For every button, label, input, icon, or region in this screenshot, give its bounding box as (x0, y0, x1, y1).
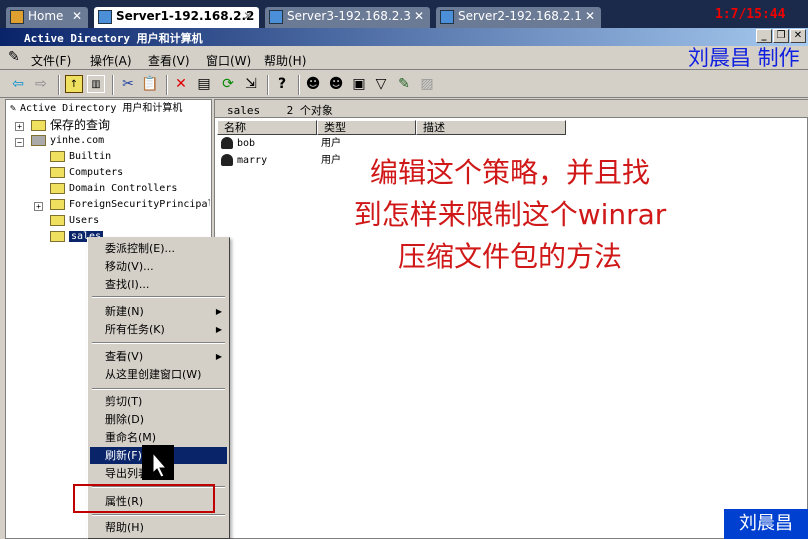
menu-window[interactable]: 窗口(W) (206, 52, 251, 69)
mouse-cursor-icon (142, 445, 174, 480)
user-icon (221, 154, 233, 166)
menu-action[interactable]: 操作(A) (90, 52, 132, 69)
menu-item-find[interactable]: 查找(I)... (90, 276, 227, 293)
delete-icon[interactable]: ✕ (172, 75, 190, 93)
up-folder-icon[interactable]: ↑ (65, 75, 83, 93)
properties-icon[interactable]: ▤ (195, 75, 213, 93)
menu-item-delegate-control[interactable]: 委派控制(E)... (90, 240, 227, 257)
ou-icon (50, 182, 65, 194)
remote-desktop-tab-bar: Home ✕ Server1-192.168.2.2 ✕ Server3-192.1… (0, 0, 808, 30)
tab-label: Server3-192.168.2.3 (287, 9, 411, 23)
folder-icon (50, 214, 65, 226)
column-type[interactable]: 类型 (317, 120, 416, 135)
forward-icon[interactable]: ⇨ (32, 75, 50, 93)
tree-item-domain[interactable]: yinhe.com (31, 133, 104, 149)
tree-item-users[interactable]: Users (50, 213, 99, 229)
tree-item-computers[interactable]: Computers (50, 165, 123, 181)
expand-icon[interactable]: + (34, 202, 43, 211)
author-badge: 刘晨昌 (724, 509, 808, 539)
annotation-line: 编辑这个策略，并且找 (369, 156, 650, 189)
close-icon[interactable]: ✕ (585, 9, 595, 23)
folder-icon (31, 120, 46, 131)
collapse-icon[interactable]: − (15, 138, 24, 147)
window-title-bar: Active Directory 用户和计算机 _ ❐ ✕ (0, 28, 808, 46)
domain-icon (31, 134, 46, 146)
menu-item-new-window[interactable]: 从这里创建窗口(W) (90, 366, 227, 383)
restore-button[interactable]: ❐ (773, 29, 789, 43)
tree-item-foreign-security-principals[interactable]: ForeignSecurityPrincipals (50, 197, 210, 213)
column-name[interactable]: 名称 (217, 120, 317, 135)
user-icon (221, 137, 233, 149)
menu-help[interactable]: 帮助(H) (264, 52, 306, 69)
submenu-arrow-icon: ▶ (215, 352, 222, 361)
menu-item-delete[interactable]: 删除(D) (90, 411, 227, 428)
highlight-box (73, 484, 215, 513)
tab-label: Home (28, 9, 64, 23)
add-to-group-icon[interactable]: ▨ (418, 75, 436, 93)
menu-view[interactable]: 查看(V) (148, 52, 190, 69)
annotation-text: 编辑这个策略，并且找 到怎样来限制这个winrar 压缩文件包的方法 (325, 152, 695, 278)
show-hide-tree-icon[interactable]: ▥ (87, 75, 105, 93)
menu-item-help[interactable]: 帮助(H) (90, 519, 227, 536)
menu-item-view[interactable]: 查看(V) ▶ (90, 348, 227, 365)
close-icon[interactable]: ✕ (414, 9, 424, 23)
list-item[interactable]: marry (221, 153, 267, 169)
menu-item-rename[interactable]: 重命名(M) (90, 429, 227, 446)
menu-item-new[interactable]: 新建(N) ▶ (90, 303, 227, 320)
find-icon[interactable]: ✎ (395, 75, 413, 93)
toolbar: ⇦ ⇨ ↑ ▥ ✂ 📋 ✕ ▤ ⟳ ⇲ ? ☻ ☻ ▣ ▽ ✎ ▨ (0, 71, 808, 98)
ou-icon (50, 230, 65, 242)
tab-server3[interactable]: Server3-192.168.2.3 ✕ (265, 7, 430, 28)
list-item[interactable]: bob (221, 136, 255, 152)
menu-file[interactable]: 文件(F) (31, 52, 71, 69)
minimize-button[interactable]: _ (756, 29, 772, 43)
home-icon (10, 10, 24, 24)
mmc-icon: ✎ (8, 49, 20, 65)
column-description[interactable]: 描述 (416, 120, 566, 135)
server-icon (269, 10, 283, 24)
new-user-icon[interactable]: ☻ (304, 75, 322, 93)
tab-label: Server2-192.168.2.1 (458, 9, 582, 23)
filter-icon[interactable]: ▽ (372, 75, 390, 93)
folder-icon (50, 198, 65, 210)
window-title: Active Directory 用户和计算机 (24, 32, 203, 45)
details-header: sales 2 个对象 (215, 100, 808, 118)
row-type: 用户 (321, 138, 341, 149)
menu-item-all-tasks[interactable]: 所有任务(K) ▶ (90, 321, 227, 338)
annotation-line: 到怎样来限制这个winrar (353, 198, 667, 231)
folder-icon (50, 150, 65, 162)
close-icon[interactable]: ✕ (72, 9, 82, 23)
cut-icon[interactable]: ✂ (119, 75, 137, 93)
tree-item-builtin[interactable]: Builtin (50, 149, 111, 165)
new-ou-icon[interactable]: ▣ (350, 75, 368, 93)
export-icon[interactable]: ⇲ (242, 75, 260, 93)
tab-label: Server1-192.168.2.2 (116, 9, 255, 23)
help-icon[interactable]: ? (273, 75, 291, 93)
refresh-icon[interactable]: ⟳ (219, 75, 237, 93)
menu-bar: ✎ 文件(F) 操作(A) 查看(V) 窗口(W) 帮助(H) (0, 46, 808, 70)
menu-item-cut[interactable]: 剪切(T) (90, 393, 227, 410)
tree-root[interactable]: ✎ Active Directory 用户和计算机 (10, 101, 182, 117)
submenu-arrow-icon: ▶ (215, 325, 222, 334)
new-group-icon[interactable]: ☻ (327, 75, 345, 93)
credit-text: 刘晨昌 制作 (688, 46, 800, 70)
submenu-arrow-icon: ▶ (215, 307, 222, 316)
paste-icon[interactable]: 📋 (141, 75, 159, 93)
tree-item-domain-controllers[interactable]: Domain Controllers (50, 181, 177, 197)
close-button[interactable]: ✕ (790, 29, 806, 43)
menu-item-move[interactable]: 移动(V)... (90, 258, 227, 275)
ad-icon: ✎ (10, 103, 17, 114)
back-icon[interactable]: ⇦ (9, 75, 27, 93)
annotation-line: 压缩文件包的方法 (397, 240, 622, 273)
tab-server2[interactable]: Server2-192.168.2.1 ✕ (436, 7, 601, 28)
tab-home[interactable]: Home ✕ (6, 7, 88, 28)
clock: 1:7/15:44 (715, 7, 786, 22)
tab-server1[interactable]: Server1-192.168.2.2 ✕ (94, 7, 259, 28)
tree-item-saved-queries[interactable]: 保存的查询 (31, 117, 110, 133)
server-icon (440, 10, 454, 24)
expand-icon[interactable]: + (15, 122, 24, 131)
server-icon (98, 10, 112, 24)
folder-icon (50, 166, 65, 178)
close-icon[interactable]: ✕ (243, 9, 253, 23)
